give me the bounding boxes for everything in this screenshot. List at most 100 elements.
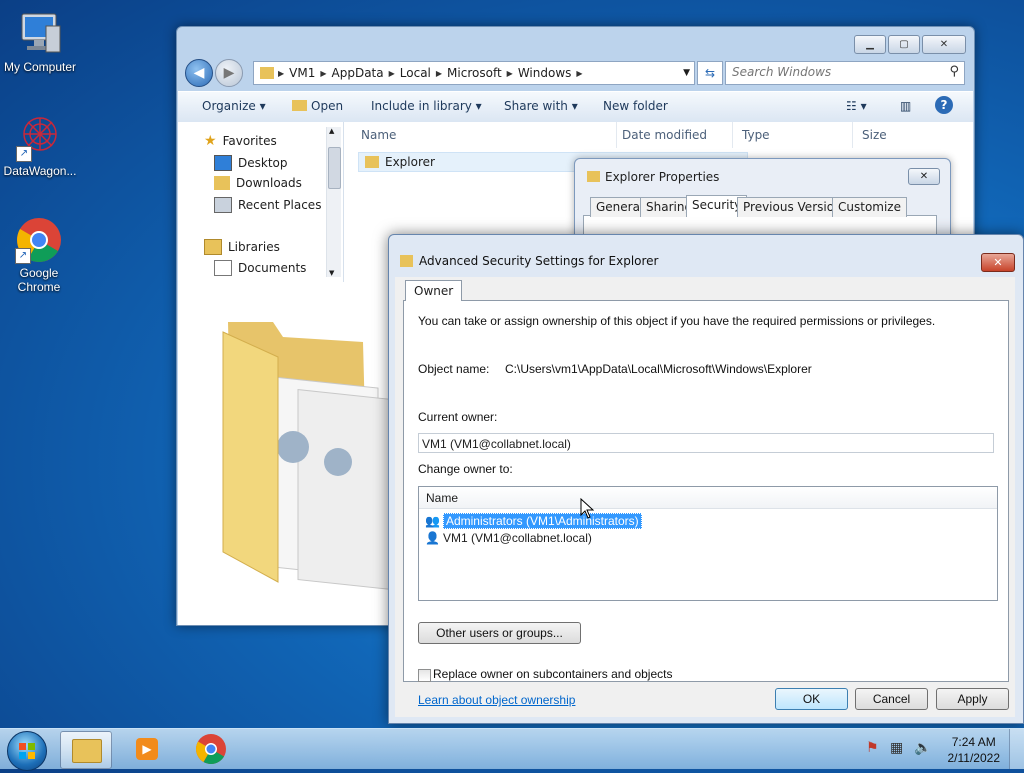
breadcrumb-item[interactable]: Windows — [513, 66, 577, 80]
address-bar[interactable]: ▶ VM1 ▶ AppData ▶ Local ▶ Microsoft ▶ Wi… — [253, 61, 695, 85]
taskbar: ▶ ⚑ ▦ 🔈 7:24 AM 2/11/2022 — [0, 728, 1024, 771]
libraries-icon — [204, 239, 222, 255]
owner-row-administrators[interactable]: 👥 Administrators (VM1\Administrators) — [425, 513, 642, 529]
new-folder-button[interactable]: New folder — [603, 99, 668, 113]
object-name-value: C:\Users\vm1\AppData\Local\Microsoft\Win… — [505, 362, 812, 376]
ok-button[interactable]: OK — [775, 688, 848, 710]
folder-preview — [178, 282, 394, 625]
back-button[interactable]: ◀ — [185, 59, 213, 87]
folder-icon — [72, 739, 102, 763]
replace-owner-checkbox[interactable] — [418, 669, 431, 682]
help-icon[interactable]: ? — [935, 96, 953, 114]
column-date-modified[interactable]: Date modified — [622, 122, 733, 148]
downloads-icon — [214, 176, 230, 190]
command-bar: Organize ▾ Open Include in library ▾ Sha… — [178, 91, 973, 123]
search-icon[interactable]: ⚲ — [949, 64, 959, 79]
media-player-icon: ▶ — [136, 738, 158, 760]
breadcrumb-item[interactable]: AppData — [327, 66, 389, 80]
dialog-title: Advanced Security Settings for Explorer — [419, 254, 659, 268]
nav-scrollbar[interactable]: ▼ ▲ — [326, 127, 341, 277]
folder-icon — [365, 156, 379, 168]
owner-panel: You can take or assign ownership of this… — [403, 300, 1009, 707]
object-name-label: Object name: — [418, 362, 490, 376]
close-button[interactable]: ✕ — [922, 35, 966, 54]
datawagon-icon: ↗ — [16, 114, 64, 162]
breadcrumb-item[interactable]: Local — [395, 66, 436, 80]
desktop-icon-my-computer[interactable]: My Computer — [0, 10, 80, 74]
owner-row-vm1[interactable]: 👤 VM1 (VM1@collabnet.local) — [425, 530, 592, 546]
owner-listbox[interactable]: Name 👥 Administrators (VM1\Administrator… — [418, 486, 998, 601]
chrome-icon: ↗ — [15, 216, 63, 264]
shortcut-arrow-icon: ↗ — [16, 146, 32, 162]
system-clock[interactable]: 7:24 AM 2/11/2022 — [948, 734, 1001, 766]
minimize-button[interactable]: ▁ — [854, 35, 886, 54]
list-header-name[interactable]: Name — [419, 487, 997, 509]
column-type[interactable]: Type — [742, 122, 853, 148]
nav-desktop[interactable]: Desktop — [214, 155, 288, 171]
maximize-button[interactable]: ▢ — [888, 35, 920, 54]
learn-ownership-link[interactable]: Learn about object ownership — [418, 693, 575, 707]
breadcrumb-item[interactable]: Microsoft — [442, 66, 507, 80]
documents-icon — [214, 260, 232, 276]
volume-icon[interactable]: 🔈 — [914, 740, 931, 756]
chevron-right-icon[interactable]: ▶ — [576, 69, 582, 78]
column-size[interactable]: Size — [862, 122, 932, 148]
chrome-icon — [195, 734, 226, 765]
shortcut-arrow-icon: ↗ — [15, 248, 31, 264]
desktop-icon-label: Google Chrome — [17, 266, 61, 294]
recent-places-icon — [214, 197, 232, 213]
desktop-icon-datawagon[interactable]: ↗ DataWagon... — [0, 114, 80, 178]
advanced-security-dialog: Advanced Security Settings for Explorer … — [388, 234, 1024, 724]
preview-pane-icon[interactable]: ▥ — [900, 99, 911, 113]
include-in-library-button[interactable]: Include in library ▾ — [371, 99, 482, 113]
nav-recent-places[interactable]: Recent Places — [214, 197, 321, 213]
nav-documents[interactable]: Documents — [214, 260, 306, 276]
forward-button[interactable]: ▶ — [215, 59, 243, 87]
computer-icon — [16, 10, 64, 58]
search-box: ⚲ — [725, 61, 965, 85]
share-with-button[interactable]: Share with ▾ — [504, 99, 578, 113]
mouse-cursor-icon — [580, 498, 594, 519]
current-owner-field[interactable]: VM1 (VM1@collabnet.local) — [418, 433, 994, 453]
column-name[interactable]: Name — [361, 122, 617, 148]
show-desktop-button[interactable] — [1009, 729, 1024, 769]
change-owner-label: Change owner to: — [418, 462, 513, 476]
folder-open-icon — [292, 100, 307, 111]
taskbar-media-player-button[interactable]: ▶ — [122, 731, 172, 767]
dialog-body: Owner You can take or assign ownership o… — [395, 277, 1015, 717]
windows-logo-icon — [19, 743, 35, 759]
close-button[interactable]: ✕ — [981, 253, 1015, 272]
network-icon[interactable]: ▦ — [890, 740, 903, 756]
network-warning-icon[interactable]: ⚑ — [866, 740, 879, 756]
taskbar-explorer-button[interactable] — [60, 731, 112, 769]
nav-downloads[interactable]: Downloads — [214, 176, 302, 190]
tab-owner[interactable]: Owner — [405, 280, 463, 301]
star-icon: ★ — [204, 133, 217, 149]
current-owner-label: Current owner: — [418, 410, 498, 424]
user-group-icon: 👥 — [425, 514, 440, 528]
folder-icon — [400, 255, 413, 267]
large-folder-icon — [222, 322, 394, 591]
intro-text: You can take or assign ownership of this… — [418, 314, 936, 328]
desktop-icon-google-chrome[interactable]: ↗ Google Chrome — [0, 216, 78, 294]
other-users-or-groups-button[interactable]: Other users or groups... — [418, 622, 581, 644]
search-input[interactable] — [726, 62, 938, 82]
organize-button[interactable]: Organize ▾ — [202, 99, 266, 113]
breadcrumb-item[interactable]: VM1 — [284, 66, 320, 80]
taskbar-chrome-button[interactable] — [186, 731, 236, 767]
start-button[interactable] — [7, 731, 47, 771]
tab-customize[interactable]: Customize — [832, 197, 907, 217]
address-dropdown-icon[interactable]: ▼ — [683, 68, 690, 78]
apply-button[interactable]: Apply — [936, 688, 1009, 710]
replace-owner-label[interactable]: Replace owner on subcontainers and objec… — [433, 667, 672, 681]
desktop-icon-label: DataWagon... — [3, 164, 77, 178]
view-options-icon[interactable]: ☷ ▾ — [846, 99, 867, 113]
close-button[interactable]: ✕ — [908, 168, 940, 185]
refresh-button[interactable]: ⇆ — [697, 61, 723, 85]
desktop-icon-label: My Computer — [3, 60, 77, 74]
cancel-button[interactable]: Cancel — [855, 688, 928, 710]
properties-title: Explorer Properties — [605, 170, 720, 184]
nav-libraries[interactable]: Libraries — [204, 239, 280, 255]
nav-favorites[interactable]: ★ Favorites — [204, 133, 277, 149]
open-button[interactable]: Open — [292, 99, 343, 113]
